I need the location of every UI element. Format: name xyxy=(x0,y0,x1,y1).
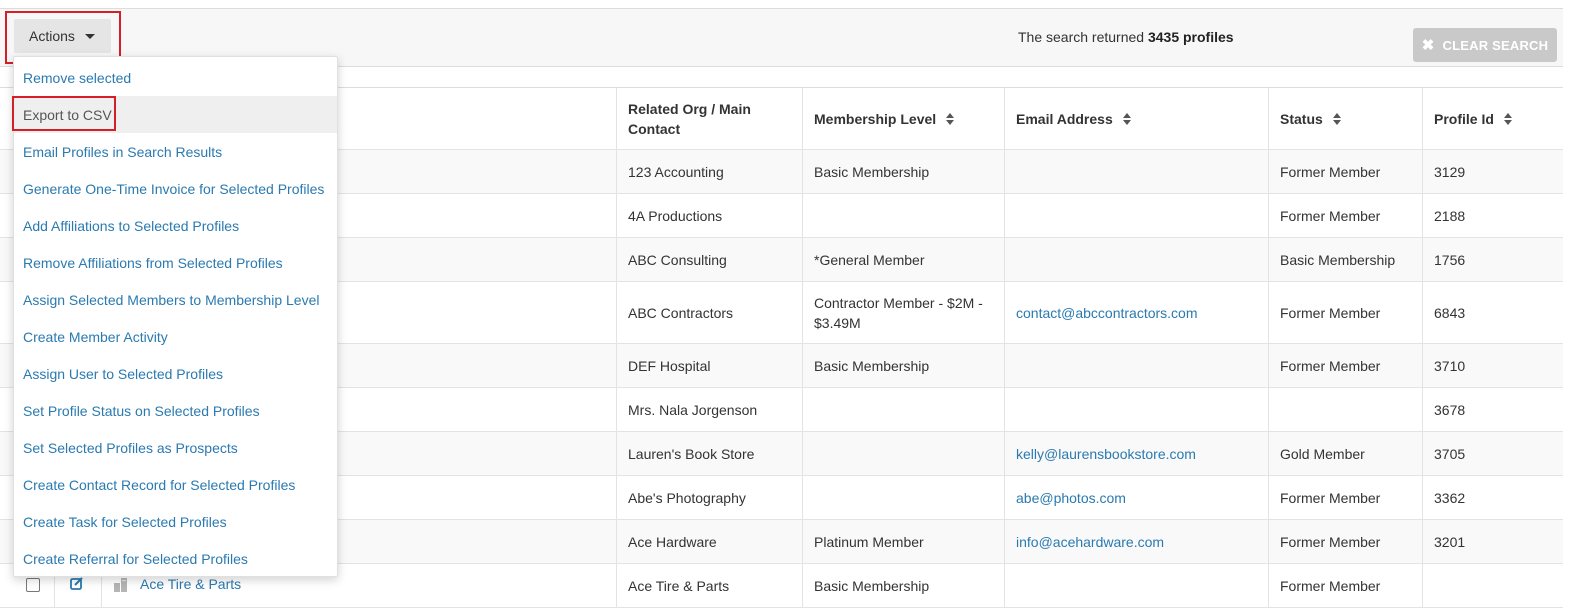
profile-id-cell: 2188 xyxy=(1422,194,1563,237)
status-cell: Former Member xyxy=(1268,344,1422,387)
org-cell: DEF Hospital xyxy=(616,344,802,387)
membership-level-cell xyxy=(802,432,1004,475)
membership-level-text: Contractor Member - $2M - $3.49M xyxy=(814,294,983,331)
profile-id-cell: 6843 xyxy=(1422,282,1563,343)
header-related-org-label: Related Org / Main Contact xyxy=(628,100,751,137)
profile-id-cell: 1756 xyxy=(1422,238,1563,281)
menu-item-assign-membership-level[interactable]: Assign Selected Members to Membership Le… xyxy=(14,281,337,318)
profile-name-link[interactable]: Ace Tire & Parts xyxy=(140,576,241,592)
profile-id-cell: 3705 xyxy=(1422,432,1563,475)
org-cell: Abe's Photography xyxy=(616,476,802,519)
org-cell: Ace Tire & Parts xyxy=(616,564,802,607)
search-summary-count: 3435 profiles xyxy=(1147,29,1234,45)
clear-search-button[interactable]: ✖ CLEAR SEARCH xyxy=(1413,28,1557,62)
status-cell: Former Member xyxy=(1268,282,1422,343)
menu-item-set-prospects[interactable]: Set Selected Profiles as Prospects xyxy=(14,429,337,466)
header-status[interactable]: Status xyxy=(1268,88,1422,149)
profile-id-cell: 3201 xyxy=(1422,520,1563,563)
header-email-address-label: Email Address xyxy=(1016,110,1113,127)
menu-item-create-task[interactable]: Create Task for Selected Profiles xyxy=(14,503,337,540)
header-profile-id-label: Profile Id xyxy=(1434,110,1494,127)
org-cell: Lauren's Book Store xyxy=(616,432,802,475)
menu-item-assign-user[interactable]: Assign User to Selected Profiles xyxy=(14,355,337,392)
menu-item-create-contact-record[interactable]: Create Contact Record for Selected Profi… xyxy=(14,466,337,503)
status-cell: Former Member xyxy=(1268,564,1422,607)
membership-level-cell: Basic Membership xyxy=(802,564,1004,607)
email-cell[interactable] xyxy=(1004,388,1268,431)
header-membership-level[interactable]: Membership Level xyxy=(802,88,1004,149)
menu-item-remove-selected[interactable]: Remove selected xyxy=(14,59,337,96)
sort-icon[interactable] xyxy=(946,112,955,125)
membership-level-cell: Basic Membership xyxy=(802,344,1004,387)
sort-icon[interactable] xyxy=(1503,112,1512,125)
menu-item-create-member-activity[interactable]: Create Member Activity xyxy=(14,318,337,355)
status-cell: Former Member xyxy=(1268,194,1422,237)
email-cell[interactable] xyxy=(1004,564,1268,607)
profile-id-cell: 3710 xyxy=(1422,344,1563,387)
email-cell[interactable]: abe@photos.com xyxy=(1004,476,1268,519)
header-email-address[interactable]: Email Address xyxy=(1004,88,1268,149)
profile-id-cell: 3678 xyxy=(1422,388,1563,431)
org-cell: 123 Accounting xyxy=(616,150,802,193)
close-icon: ✖ xyxy=(1421,37,1435,54)
menu-item-remove-affiliations[interactable]: Remove Affiliations from Selected Profil… xyxy=(14,244,337,281)
menu-item-set-profile-status[interactable]: Set Profile Status on Selected Profiles xyxy=(14,392,337,429)
search-result-summary: The search returned 3435 profiles xyxy=(1018,29,1234,45)
org-cell: Ace Hardware xyxy=(616,520,802,563)
membership-level-cell: Platinum Member xyxy=(802,520,1004,563)
actions-label: Actions xyxy=(29,28,75,44)
profile-id-cell: 3129 xyxy=(1422,150,1563,193)
row-select-checkbox[interactable] xyxy=(26,578,40,592)
menu-item-email-profiles[interactable]: Email Profiles in Search Results xyxy=(14,133,337,170)
membership-level-cell xyxy=(802,388,1004,431)
menu-item-create-referral[interactable]: Create Referral for Selected Profiles xyxy=(14,540,337,577)
email-cell[interactable] xyxy=(1004,194,1268,237)
sort-icon[interactable] xyxy=(1332,112,1341,125)
email-cell[interactable] xyxy=(1004,238,1268,281)
membership-level-cell: *General Member xyxy=(802,238,1004,281)
header-profile-id[interactable]: Profile Id xyxy=(1422,88,1563,149)
membership-level-cell: Basic Membership xyxy=(802,150,1004,193)
organization-icon xyxy=(113,577,129,596)
status-cell xyxy=(1268,388,1422,431)
email-cell[interactable]: kelly@laurensbookstore.com xyxy=(1004,432,1268,475)
email-cell[interactable]: contact@abccontractors.com xyxy=(1004,282,1268,343)
menu-item-add-affiliations[interactable]: Add Affiliations to Selected Profiles xyxy=(14,207,337,244)
clear-search-label: CLEAR SEARCH xyxy=(1442,37,1549,53)
menu-item-generate-invoice[interactable]: Generate One-Time Invoice for Selected P… xyxy=(14,170,337,207)
profile-id-cell: 3362 xyxy=(1422,476,1563,519)
status-cell: Former Member xyxy=(1268,520,1422,563)
profile-id-cell xyxy=(1422,564,1563,607)
search-summary-prefix: The search returned xyxy=(1018,29,1145,45)
status-cell: Former Member xyxy=(1268,150,1422,193)
menu-item-export-csv[interactable]: Export to CSV xyxy=(14,96,337,133)
header-related-org[interactable]: Related Org / Main Contact xyxy=(616,88,802,149)
sort-icon[interactable] xyxy=(1122,112,1131,125)
email-cell[interactable] xyxy=(1004,150,1268,193)
header-status-label: Status xyxy=(1280,110,1323,127)
org-cell: Mrs. Nala Jorgenson xyxy=(616,388,802,431)
header-membership-level-label: Membership Level xyxy=(814,110,937,127)
status-cell: Basic Membership xyxy=(1268,238,1422,281)
actions-dropdown-menu: Remove selected Export to CSV Email Prof… xyxy=(13,56,338,577)
membership-level-cell xyxy=(802,194,1004,237)
status-cell: Former Member xyxy=(1268,476,1422,519)
membership-level-cell: Contractor Member - $2M - $3.49M xyxy=(802,282,1004,343)
email-cell[interactable]: info@acehardware.com xyxy=(1004,520,1268,563)
org-cell: 4A Productions xyxy=(616,194,802,237)
status-cell: Gold Member xyxy=(1268,432,1422,475)
email-cell[interactable] xyxy=(1004,344,1268,387)
org-cell: ABC Consulting xyxy=(616,238,802,281)
org-cell: ABC Contractors xyxy=(616,282,802,343)
membership-level-cell xyxy=(802,476,1004,519)
actions-dropdown-button[interactable]: Actions xyxy=(14,19,111,53)
edit-icon[interactable] xyxy=(70,576,84,593)
caret-down-icon xyxy=(84,33,95,39)
